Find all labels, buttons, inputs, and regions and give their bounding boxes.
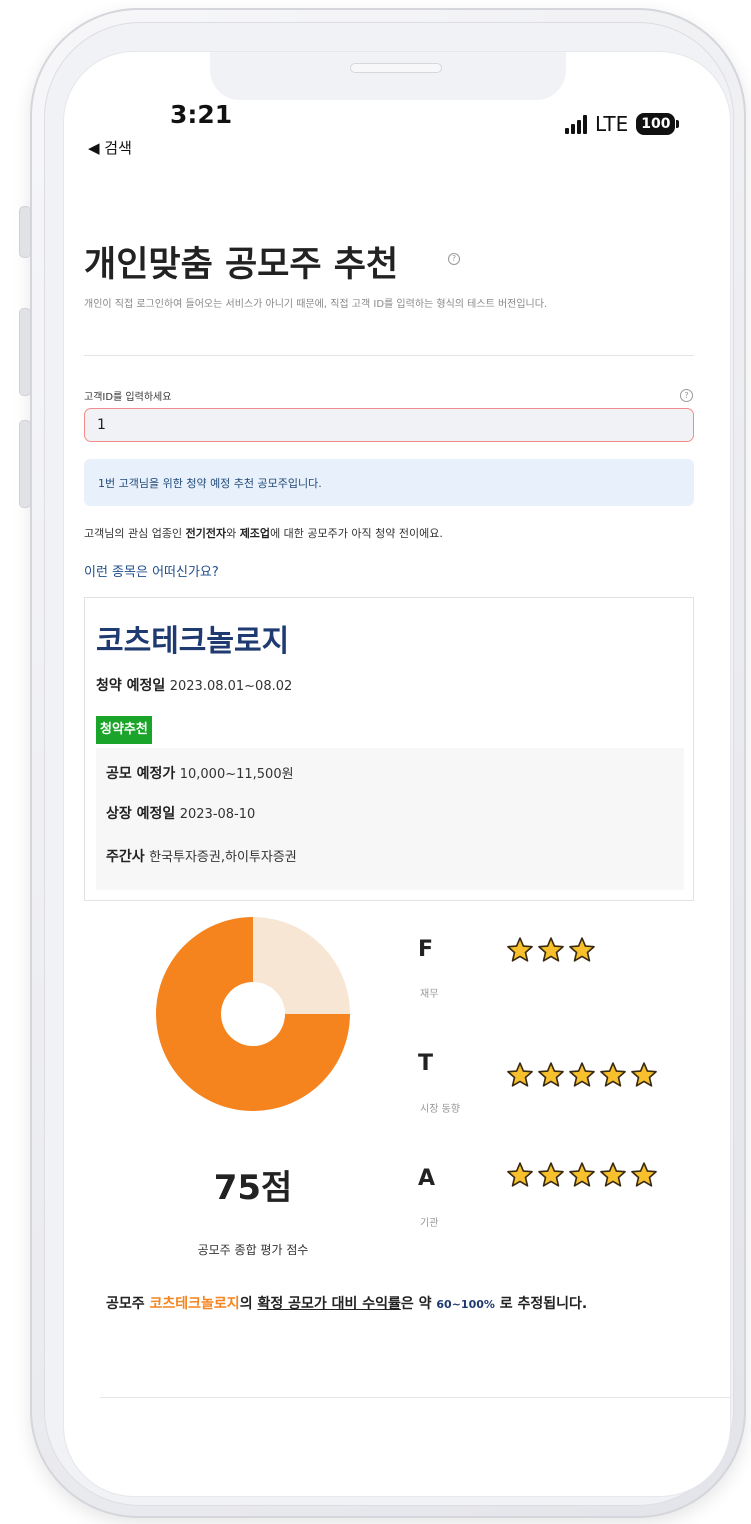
metric-a-label: 기관 — [420, 1218, 439, 1229]
star-icon — [569, 1162, 595, 1187]
customer-id-help-icon[interactable]: ? — [680, 389, 693, 402]
info-message-text: 1번 고객님을 위한 청약 예정 추천 공모주입니다. — [98, 476, 322, 490]
underwriter-value: 한국투자증권,하이투자증권 — [149, 850, 297, 865]
battery-level: 100 — [636, 113, 676, 135]
star-icon — [507, 937, 533, 962]
underwriter-label: 주간사 — [106, 849, 145, 865]
metric-t-stars — [506, 1061, 658, 1089]
interest-suffix: 에 대한 공모주가 아직 청약 전이에요. — [270, 527, 443, 540]
interest-notice: 고객님의 관심 업종인 전기전자와 제조업에 대한 공모주가 아직 청약 전이에… — [84, 525, 443, 541]
score-donut-chart — [156, 917, 350, 1111]
status-time: 3:21 — [170, 100, 233, 129]
side-button-volume-down — [19, 420, 31, 508]
subscription-recommend-badge: 청약추천 — [96, 716, 152, 744]
metric-a-letter: A — [418, 1166, 436, 1191]
subscription-date: 청약 예정일 2023.08.01~08.02 — [96, 675, 292, 695]
metric-f-stars — [506, 936, 596, 964]
offer-price-row: 공모 예정가 10,000~11,500원 — [106, 763, 294, 783]
page-title: 개인맞춤 공모주 추천 — [84, 245, 399, 285]
return-estimate-sentence: 공모주 코츠테크놀로지의 확정 공모가 대비 수익률은 약 60~100% 로 … — [106, 1293, 587, 1313]
total-score-caption: 공모주 종합 평가 점수 — [197, 1243, 309, 1257]
metric-a-stars — [506, 1161, 658, 1189]
conclusion-return-label: 확정 공모가 대비 수익률 — [257, 1296, 401, 1312]
status-indicators: LTE 100 — [565, 112, 680, 136]
title-help-icon[interactable]: ? — [448, 253, 460, 265]
interest-mid: 와 — [226, 527, 240, 540]
subscription-date-label: 청약 예정일 — [96, 678, 166, 694]
side-button-volume-up — [19, 308, 31, 396]
total-score: 75점 — [213, 1168, 293, 1208]
info-message: 1번 고객님을 위한 청약 예정 추천 공모주입니다. — [84, 459, 694, 506]
interest-prefix: 고객님의 관심 업종인 — [84, 527, 186, 540]
star-icon — [631, 1162, 657, 1187]
metric-t-letter: T — [418, 1051, 434, 1076]
metric-f-label: 재무 — [420, 989, 439, 1000]
star-icon — [631, 1062, 657, 1087]
back-to-search-link[interactable]: ◀ 검색 — [88, 137, 132, 158]
star-icon — [538, 937, 564, 962]
interest-industry-1: 전기전자 — [185, 527, 227, 540]
company-name: 코츠테크놀로지 — [96, 624, 290, 659]
star-icon — [600, 1162, 626, 1187]
star-icon — [600, 1062, 626, 1087]
star-icon — [507, 1062, 533, 1087]
subscription-date-value: 2023.08.01~08.02 — [169, 679, 293, 694]
offer-price-label: 공모 예정가 — [106, 766, 176, 782]
underwriter-row: 주간사 한국투자증권,하이투자증권 — [106, 846, 297, 866]
signal-icon — [565, 114, 587, 134]
conclusion-mid-1: 의 — [239, 1296, 258, 1312]
customer-id-label: 고객ID를 입력하세요 — [84, 392, 172, 403]
star-icon — [569, 937, 595, 962]
page-subtitle: 개인이 직접 로그인하여 들어오는 서비스가 아니기 때문에, 직접 고객 ID… — [84, 299, 548, 310]
listing-date-value: 2023-08-10 — [179, 807, 256, 822]
conclusion-prefix: 공모주 — [106, 1296, 150, 1312]
listing-date-label: 상장 예정일 — [106, 806, 176, 822]
star-icon — [538, 1162, 564, 1187]
battery-icon: 100 — [636, 113, 680, 135]
return-range: 60~100% — [436, 1298, 495, 1311]
interest-industry-2: 제조업 — [239, 527, 271, 540]
conclusion-company: 코츠테크놀로지 — [149, 1296, 240, 1312]
conclusion-suffix: 로 추정됩니다. — [494, 1296, 588, 1312]
donut-remaining-segment — [253, 917, 350, 1014]
network-type: LTE — [595, 112, 629, 136]
star-icon — [507, 1162, 533, 1187]
star-icon — [538, 1062, 564, 1087]
listing-date-row: 상장 예정일 2023-08-10 — [106, 803, 255, 823]
metric-t-label: 시장 동향 — [420, 1104, 460, 1115]
offer-price-value: 10,000~11,500원 — [179, 767, 294, 782]
notch — [210, 52, 566, 100]
customer-id-input[interactable] — [84, 408, 694, 442]
speaker-grille — [350, 63, 442, 73]
footer-divider — [100, 1397, 730, 1398]
star-icon — [569, 1062, 595, 1087]
suggestion-heading: 이런 종목은 어떠신가요? — [84, 565, 219, 580]
metric-f-letter: F — [418, 937, 434, 962]
conclusion-mid-2: 은 약 — [400, 1296, 437, 1312]
header-divider — [84, 355, 694, 356]
side-button-silent — [19, 206, 31, 258]
